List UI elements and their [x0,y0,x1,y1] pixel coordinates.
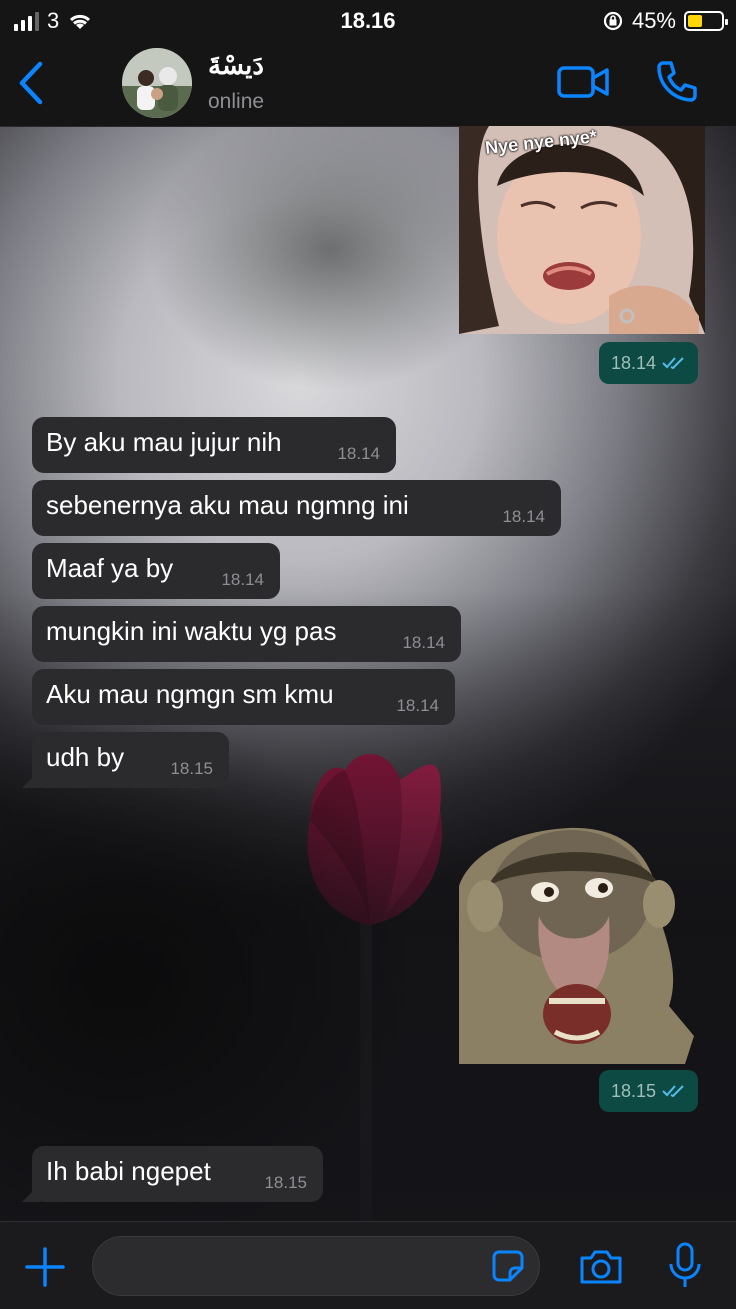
message-time: 18.14 [396,696,439,715]
status-bar: 3 18.16 45% [0,0,736,44]
message-bubble[interactable]: udh by 18.15 [22,732,229,788]
message-time: 18.14 [221,570,264,589]
message-text: By aku mau jujur nih [46,427,282,457]
sticker-monkey-image [459,827,694,1064]
composer-bar [0,1221,736,1309]
sticker-message[interactable]: Nye nye nye* [459,126,705,334]
message-bubble[interactable]: mungkin ini waktu yg pas 18.14 [32,606,461,662]
read-ticks-icon [662,1085,684,1098]
chat-screen: 3 18.16 45% دَيسْةَ online Nye nye nye* … [0,0,736,1309]
message-bubble[interactable]: sebenernya aku mau ngmng ini 18.14 [32,480,561,536]
message-time: 18.14 [611,352,657,373]
chevron-left-icon[interactable] [14,60,46,106]
message-bubble[interactable]: Ih babi ngepet 18.15 [22,1146,323,1202]
plus-icon[interactable] [24,1246,66,1288]
battery-icon [684,11,728,31]
message-text: sebenernya aku mau ngmng ini [46,490,409,520]
chat-header: دَيسْةَ online [0,44,736,127]
message-time: 18.14 [337,444,380,463]
contact-status: online [208,90,265,113]
message-bubble[interactable]: Aku mau ngmgn sm kmu 18.14 [32,669,455,725]
message-time: 18.15 [264,1173,307,1192]
message-text: Aku mau ngmgn sm kmu [46,679,334,709]
orientation-lock-icon [603,11,623,31]
message-time-pill: 18.15 [599,1070,699,1112]
battery-percent: 45% [631,8,676,33]
video-camera-icon[interactable] [556,62,610,102]
message-time-pill: 18.14 [599,342,699,384]
message-input[interactable] [92,1236,540,1296]
message-time: 18.15 [611,1080,657,1101]
message-time: 18.15 [170,759,213,778]
message-bubble[interactable]: By aku mau jujur nih 18.14 [32,417,396,473]
avatar[interactable] [122,48,192,118]
bubble-tail [22,770,40,788]
status-right: 45% [602,8,728,34]
sticker-icon[interactable] [491,1249,525,1283]
phone-icon[interactable] [654,58,700,104]
bubble-tail [22,1184,40,1202]
read-ticks-icon [662,357,684,370]
contact-name[interactable]: دَيسْةَ [208,50,264,81]
message-text: mungkin ini waktu yg pas [46,616,337,646]
message-time: 18.14 [502,507,545,526]
message-time: 18.14 [402,633,445,652]
message-bubble[interactable]: Maaf ya by 18.14 [32,543,280,599]
camera-icon[interactable] [578,1248,624,1286]
microphone-icon[interactable] [668,1242,702,1290]
sticker-message[interactable] [459,826,705,1064]
